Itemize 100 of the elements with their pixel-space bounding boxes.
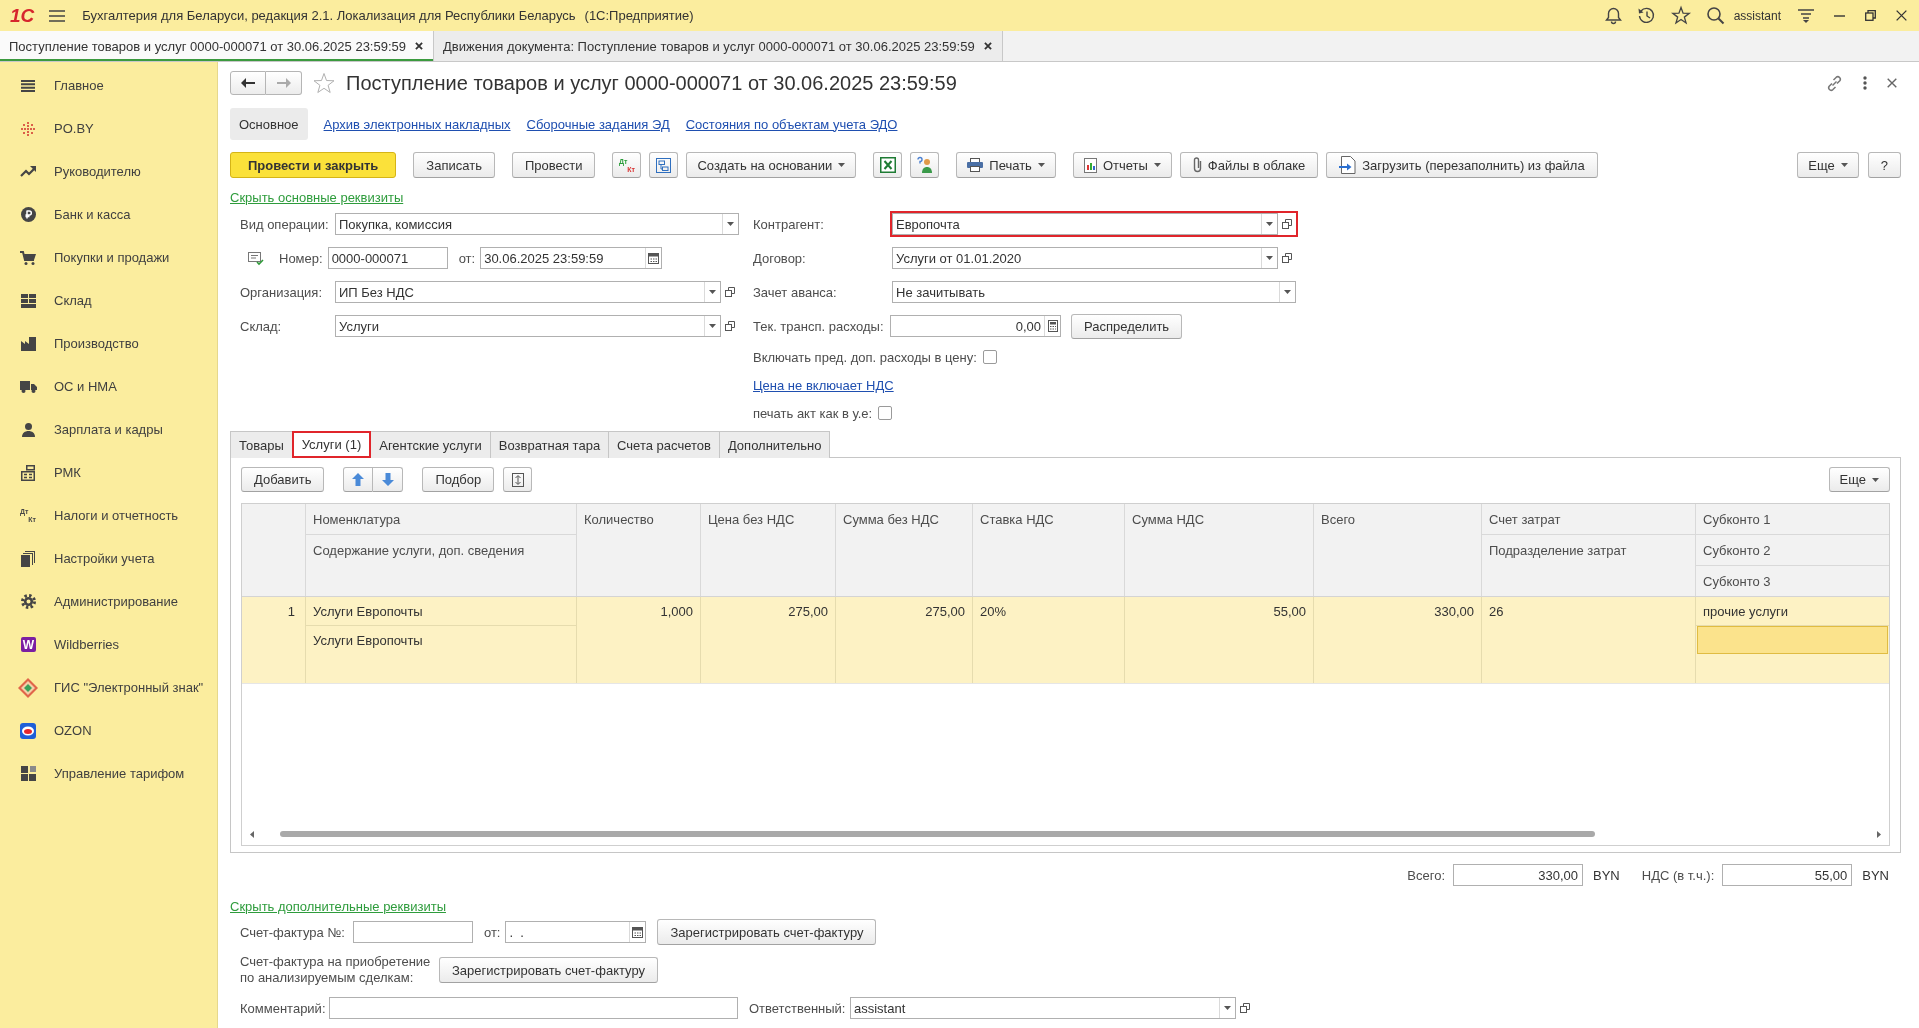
column-header[interactable]: Количество — [577, 504, 700, 596]
calendar-icon[interactable] — [648, 252, 660, 264]
text-field[interactable]: 0000-000071 — [327, 247, 448, 269]
tab[interactable]: Счета расчетов — [608, 431, 720, 458]
comment-field[interactable] — [329, 997, 738, 1019]
toolbar-button[interactable]: Файлы в облаке — [1179, 152, 1319, 178]
scroll-left-icon[interactable] — [250, 830, 254, 838]
toolbar-button[interactable]: Записать — [413, 152, 495, 178]
menu-button[interactable]: Создать на основании — [686, 152, 857, 178]
scroll-right-icon[interactable] — [1877, 830, 1881, 838]
open-icon[interactable] — [725, 287, 735, 297]
sidebar-item[interactable]: Главное — [0, 64, 217, 107]
register-button[interactable]: Зарегистрировать счет-фактуру — [439, 957, 658, 983]
toolbar-button[interactable]: Провести — [511, 152, 596, 178]
scrollbar-thumb[interactable] — [280, 831, 1595, 837]
menu-button[interactable]: Еще — [1797, 152, 1859, 178]
column-header[interactable]: Содержание услуги, доп. сведения — [306, 535, 576, 596]
search-icon[interactable] — [1706, 7, 1724, 24]
open-icon[interactable] — [1240, 1003, 1250, 1013]
document-tab[interactable]: Поступление товаров и услуг 0000-000071 от 30.06.2025 23:59:59 — [0, 31, 434, 61]
document-tab[interactable]: Движения документа: Поступление товаров и услуг 0000-000071 от 30.06.2025 23:59:59 — [434, 31, 1003, 61]
sidebar-item[interactable]: OZON — [0, 709, 217, 752]
section-link[interactable]: Основное — [230, 108, 308, 140]
restore-icon[interactable] — [1865, 10, 1876, 21]
sidebar-item[interactable]: Производство — [0, 322, 217, 365]
sidebar-item[interactable]: Администрирование — [0, 580, 217, 623]
column-header[interactable]: Подразделение затрат — [1482, 535, 1695, 596]
tab[interactable]: Услуги (1) — [291, 431, 372, 458]
action-button[interactable]: Распределить — [1071, 313, 1183, 339]
star-icon[interactable] — [1671, 7, 1690, 24]
favorite-star-icon[interactable] — [313, 73, 335, 93]
calculator-icon[interactable] — [1047, 320, 1058, 332]
close-icon[interactable] — [415, 42, 423, 50]
link[interactable]: Цена не включает НДС — [753, 377, 894, 393]
bell-icon[interactable] — [1605, 7, 1621, 24]
sidebar-item[interactable]: Управление тарифом — [0, 752, 217, 795]
checkbox[interactable] — [878, 406, 893, 420]
toggle-link[interactable]: Скрыть основные реквизиты — [230, 191, 404, 205]
toolbar-button[interactable]: ? — [1867, 152, 1901, 178]
move-up-button[interactable] — [343, 467, 374, 492]
icon-button[interactable] — [649, 152, 679, 178]
back-button[interactable] — [230, 71, 266, 95]
register-button[interactable]: Зарегистрировать счет-фактуру — [657, 919, 877, 945]
select-field[interactable]: Не зачитывать — [890, 279, 1298, 305]
column-header[interactable]: Счет затрат — [1482, 504, 1695, 535]
icon-button[interactable] — [910, 152, 940, 178]
column-header[interactable]: Сумма без НДС — [836, 504, 972, 596]
sidebar-item[interactable]: Покупки и продажи — [0, 236, 217, 279]
sidebar-item[interactable]: Настройки учета — [0, 537, 217, 580]
column-header[interactable]: Всего — [1314, 504, 1481, 596]
open-icon[interactable] — [1282, 219, 1292, 229]
date-field[interactable]: . . — [505, 921, 647, 943]
minimize-icon[interactable] — [1834, 14, 1845, 17]
text-field[interactable] — [352, 921, 473, 943]
tab[interactable]: Товары — [230, 431, 293, 458]
close-icon[interactable] — [983, 42, 992, 50]
user-name[interactable]: assistant — [1733, 8, 1781, 23]
sidebar-item[interactable]: W Wildberries — [0, 623, 217, 666]
date-field[interactable]: 30.06.2025 23:59:59 — [480, 247, 663, 269]
sidebar-item[interactable]: ГИС "Электронный знак" — [0, 666, 217, 709]
open-icon[interactable] — [1282, 253, 1292, 263]
section-link[interactable]: Состояния по объектам учета ЭДО — [685, 116, 898, 132]
tab[interactable]: Агентские услуги — [370, 431, 491, 458]
calendar-icon[interactable] — [632, 926, 644, 938]
table-row[interactable]: 1 Услуги Европочты Услуги Европочты 1,000 275,00 275,00 20% 55,00 330,00 26 прочие услуги — [242, 597, 1889, 684]
tab[interactable]: Дополнительно — [718, 431, 831, 458]
sidebar-item[interactable]: Руководителю — [0, 150, 217, 193]
checkbox[interactable] — [982, 350, 997, 364]
open-icon[interactable] — [725, 321, 735, 331]
primary-button[interactable]: Провести и закрыть — [230, 152, 397, 178]
toolbar-button[interactable]: Загрузить (перезаполнить) из файла — [1326, 152, 1598, 178]
close-icon[interactable] — [1887, 78, 1897, 88]
tab[interactable]: Возвратная тара — [489, 431, 610, 458]
column-header[interactable]: Сумма НДС — [1125, 504, 1313, 596]
column-header[interactable]: Субконто 2 — [1696, 535, 1889, 566]
section-link[interactable]: Архив электронных накладных — [323, 116, 511, 132]
number-field[interactable]: 0,00 — [890, 315, 1061, 337]
column-header[interactable]: Ставка НДС — [973, 504, 1124, 596]
menu-button[interactable]: Печать — [956, 152, 1056, 178]
column-header[interactable]: Номенклатура — [306, 504, 576, 535]
select-field[interactable]: Покупка, комиссия — [333, 211, 741, 237]
menu-button[interactable]: Еще — [1828, 467, 1890, 492]
column-header[interactable]: Субконто 1 — [1696, 504, 1889, 535]
sidebar-item[interactable]: PO.BY — [0, 107, 217, 150]
sidebar-item[interactable]: РМК — [0, 451, 217, 494]
more-icon[interactable] — [1863, 76, 1867, 90]
move-down-button[interactable] — [373, 467, 404, 492]
toolbar-button[interactable]: Подбор — [422, 467, 495, 492]
sidebar-item[interactable]: ОС и НМА — [0, 365, 217, 408]
app-logo[interactable]: 1С — [10, 4, 35, 27]
menu-button[interactable]: Отчеты — [1072, 152, 1172, 178]
sidebar-item[interactable]: Банк и касса — [0, 193, 217, 236]
sidebar-item[interactable]: Склад — [0, 279, 217, 322]
icon-button[interactable] — [503, 467, 533, 492]
column-header[interactable]: Субконто 3 — [1696, 566, 1889, 596]
link-icon[interactable] — [1826, 74, 1843, 92]
cell-editor-field[interactable] — [1697, 626, 1888, 654]
history-icon[interactable] — [1637, 7, 1655, 24]
section-link[interactable]: Сборочные задания ЭД — [526, 116, 670, 132]
select-field[interactable]: Европочта — [890, 211, 1298, 237]
